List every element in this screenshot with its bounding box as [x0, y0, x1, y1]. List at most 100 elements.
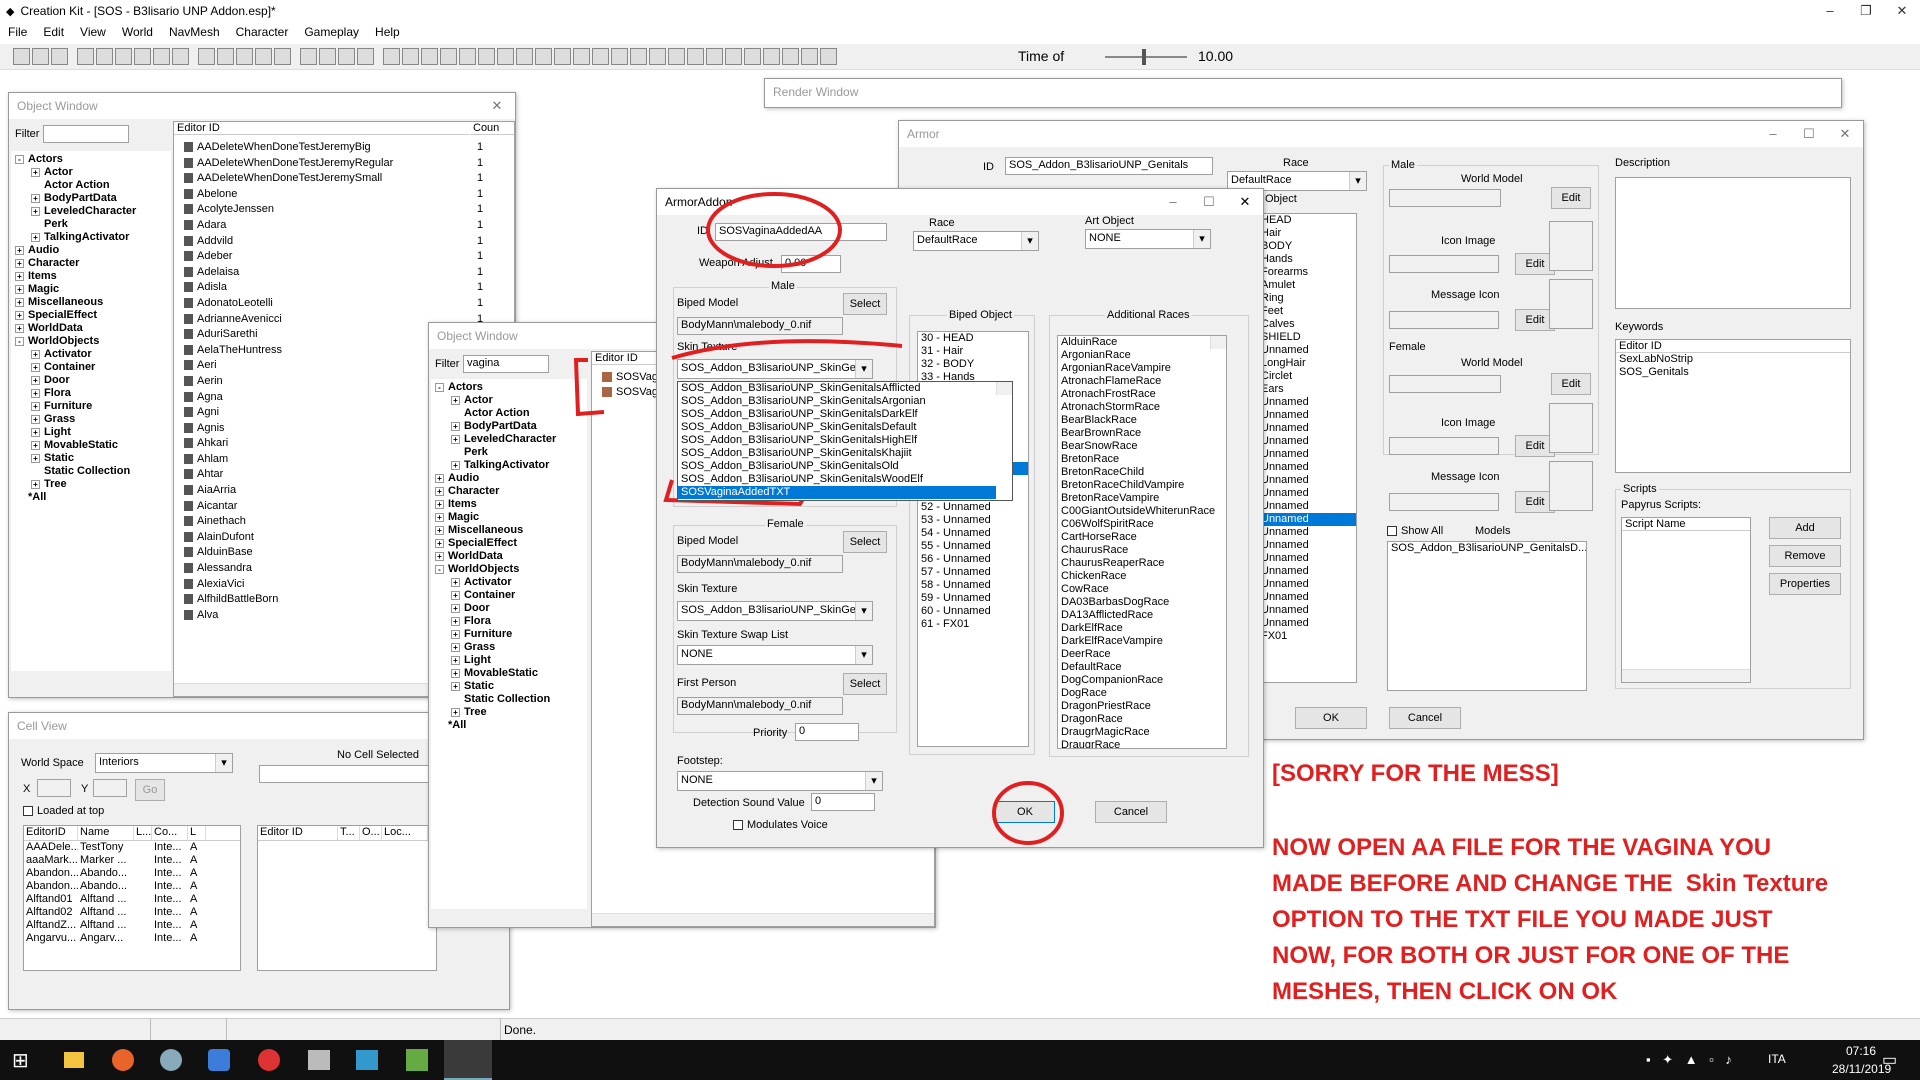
toolbar-tool-icon[interactable]	[801, 48, 818, 65]
menu-gameplay[interactable]: Gameplay	[304, 25, 359, 39]
tree-item[interactable]: Static Collection	[435, 693, 587, 706]
tree-item[interactable]: + Actor	[15, 166, 171, 179]
toolbar-tool-icon[interactable]	[535, 48, 552, 65]
list-item[interactable]: Adara 1	[177, 218, 514, 234]
expand-icon[interactable]: +	[31, 362, 40, 372]
toolbar-tool-icon[interactable]	[592, 48, 609, 65]
tree-item[interactable]: - WorldObjects	[435, 563, 587, 576]
tree-item[interactable]: - Actors	[435, 381, 587, 394]
expand-icon[interactable]: +	[31, 388, 40, 398]
biped-slot[interactable]: Ring	[1258, 292, 1356, 305]
tree-item[interactable]: Perk	[15, 218, 171, 231]
remove-script-button[interactable]: Remove	[1769, 545, 1841, 567]
minimize-icon[interactable]: –	[1755, 126, 1791, 142]
toolbar-tool-icon[interactable]	[172, 48, 189, 65]
loaded-at-top-checkbox[interactable]: Loaded at top	[23, 805, 104, 817]
skin-texture-option[interactable]: SOS_Addon_B3lisarioUNP_SkinGenitalsHighE…	[678, 434, 996, 447]
language-indicator[interactable]: ITA	[1768, 1052, 1786, 1066]
tree-item[interactable]: + BodyPartData	[435, 420, 587, 433]
armor-addon-race-select[interactable]: DefaultRace	[913, 231, 1039, 251]
keywords-list[interactable]: Editor ID SexLabNoStrip SOS_Genitals	[1615, 339, 1851, 473]
biped-slot[interactable]: Unnamed	[1258, 552, 1356, 565]
expand-icon[interactable]: +	[451, 590, 460, 600]
male-world-model-edit-button[interactable]: Edit	[1551, 187, 1591, 209]
ref-col-header[interactable]: Loc...	[382, 826, 428, 840]
skin-texture-option[interactable]: SOS_Addon_B3lisarioUNP_SkinGenitalsDefau…	[678, 421, 996, 434]
tree-item[interactable]: - Actors	[15, 153, 171, 166]
tree-item[interactable]: + Tree	[435, 706, 587, 719]
expand-icon[interactable]: +	[451, 434, 460, 444]
first-person-select-button[interactable]: Select	[843, 673, 887, 695]
armor-ok-button[interactable]: OK	[1295, 707, 1367, 729]
tree-item[interactable]: + TalkingActivator	[435, 459, 587, 472]
tree-item[interactable]: + Static	[435, 680, 587, 693]
expand-icon[interactable]: +	[451, 655, 460, 665]
race-item[interactable]: BearSnowRace	[1058, 440, 1226, 453]
race-item[interactable]: DogRace	[1058, 687, 1226, 700]
tree-item[interactable]: + Magic	[435, 511, 587, 524]
tree-item[interactable]: Static Collection	[15, 465, 171, 478]
toolbar-tool-icon[interactable]	[255, 48, 272, 65]
expand-icon[interactable]: +	[15, 258, 24, 268]
race-item[interactable]: DarkElfRaceVampire	[1058, 635, 1226, 648]
expand-icon[interactable]: +	[31, 375, 40, 385]
expand-icon[interactable]: +	[451, 681, 460, 691]
tray-icons[interactable]: ▪ ✦ ▲ ▫ ♪	[1646, 1052, 1736, 1068]
restore-icon[interactable]: ❐	[1848, 3, 1884, 19]
biped-object-item[interactable]: 57 - Unnamed	[918, 566, 1028, 579]
menu-character[interactable]: Character	[236, 25, 289, 39]
armor-biped-list[interactable]: HEAD Hair BODY Hands Forearms Amulet Ring Feet C…	[1257, 213, 1357, 683]
toolbar-tool-icon[interactable]	[274, 48, 291, 65]
biped-slot[interactable]: Unnamed	[1258, 448, 1356, 461]
minimize-icon[interactable]: –	[1155, 194, 1191, 210]
ref-col-header[interactable]: T...	[338, 826, 360, 840]
app-icon-7[interactable]	[356, 1050, 378, 1070]
biped-slot[interactable]: Forearms	[1258, 266, 1356, 279]
male-biped-select-button[interactable]: Select	[843, 293, 887, 315]
expand-icon[interactable]: +	[31, 440, 40, 450]
tree-item[interactable]: + SpecialEffect	[15, 309, 171, 322]
toolbar-tool-icon[interactable]	[96, 48, 113, 65]
expand-icon[interactable]: +	[15, 297, 24, 307]
col-count[interactable]: Coun	[470, 122, 514, 135]
expand-icon[interactable]: +	[451, 577, 460, 587]
go-button[interactable]: Go	[135, 779, 165, 801]
menu-world[interactable]: World	[122, 25, 153, 39]
expand-icon[interactable]: +	[451, 616, 460, 626]
race-item[interactable]: DragonRace	[1058, 713, 1226, 726]
menu-view[interactable]: View	[80, 25, 106, 39]
time-slider[interactable]	[1105, 56, 1187, 58]
biped-object-item[interactable]: 52 - Unnamed	[918, 501, 1028, 514]
toolbar-tool-icon[interactable]	[782, 48, 799, 65]
biped-slot[interactable]: FX01	[1258, 630, 1356, 643]
toolbar-tool-icon[interactable]	[153, 48, 170, 65]
race-item[interactable]: C06WolfSpiritRace	[1058, 518, 1226, 531]
model-item[interactable]: SOS_Addon_B3lisarioUNP_GenitalsD...	[1388, 542, 1586, 555]
biped-slot[interactable]: Unnamed	[1258, 344, 1356, 357]
race-item[interactable]: DarkElfRace	[1058, 622, 1226, 635]
scripts-list[interactable]: Script Name	[1621, 517, 1751, 683]
cell-row[interactable]: Angarvu... Angarv... Inte... A	[24, 932, 240, 945]
tree-item[interactable]: + Static	[15, 452, 171, 465]
race-item[interactable]: DraugrRace	[1058, 739, 1226, 748]
filter-input[interactable]: vagina	[463, 355, 549, 373]
vertical-scrollbar[interactable]	[996, 382, 1012, 395]
biped-slot[interactable]: Hands	[1258, 253, 1356, 266]
biped-slot[interactable]: Unnamed	[1258, 422, 1356, 435]
toolbar-tool-icon[interactable]	[421, 48, 438, 65]
time-slider-thumb[interactable]	[1142, 49, 1146, 65]
menu-edit[interactable]: Edit	[43, 25, 64, 39]
race-item[interactable]: BearBrownRace	[1058, 427, 1226, 440]
modulates-voice-checkbox[interactable]: Modulates Voice	[733, 819, 828, 831]
biped-slot[interactable]: SHIELD	[1258, 331, 1356, 344]
expand-icon[interactable]: +	[435, 473, 444, 483]
male-skin-texture-select[interactable]: SOS_Addon_B3lisarioUNP_SkinGenit	[677, 359, 873, 379]
skin-texture-option[interactable]: SOSVaginaAddedTXT	[678, 486, 996, 499]
toolbar-tool-icon[interactable]	[554, 48, 571, 65]
tree-item[interactable]: + Light	[15, 426, 171, 439]
race-item[interactable]: DraugrMagicRace	[1058, 726, 1226, 739]
toolbar-tool-icon[interactable]	[402, 48, 419, 65]
toolbar-tool-icon[interactable]	[13, 48, 30, 65]
toolbar-tool-icon[interactable]	[77, 48, 94, 65]
race-item[interactable]: BretonRaceVampire	[1058, 492, 1226, 505]
